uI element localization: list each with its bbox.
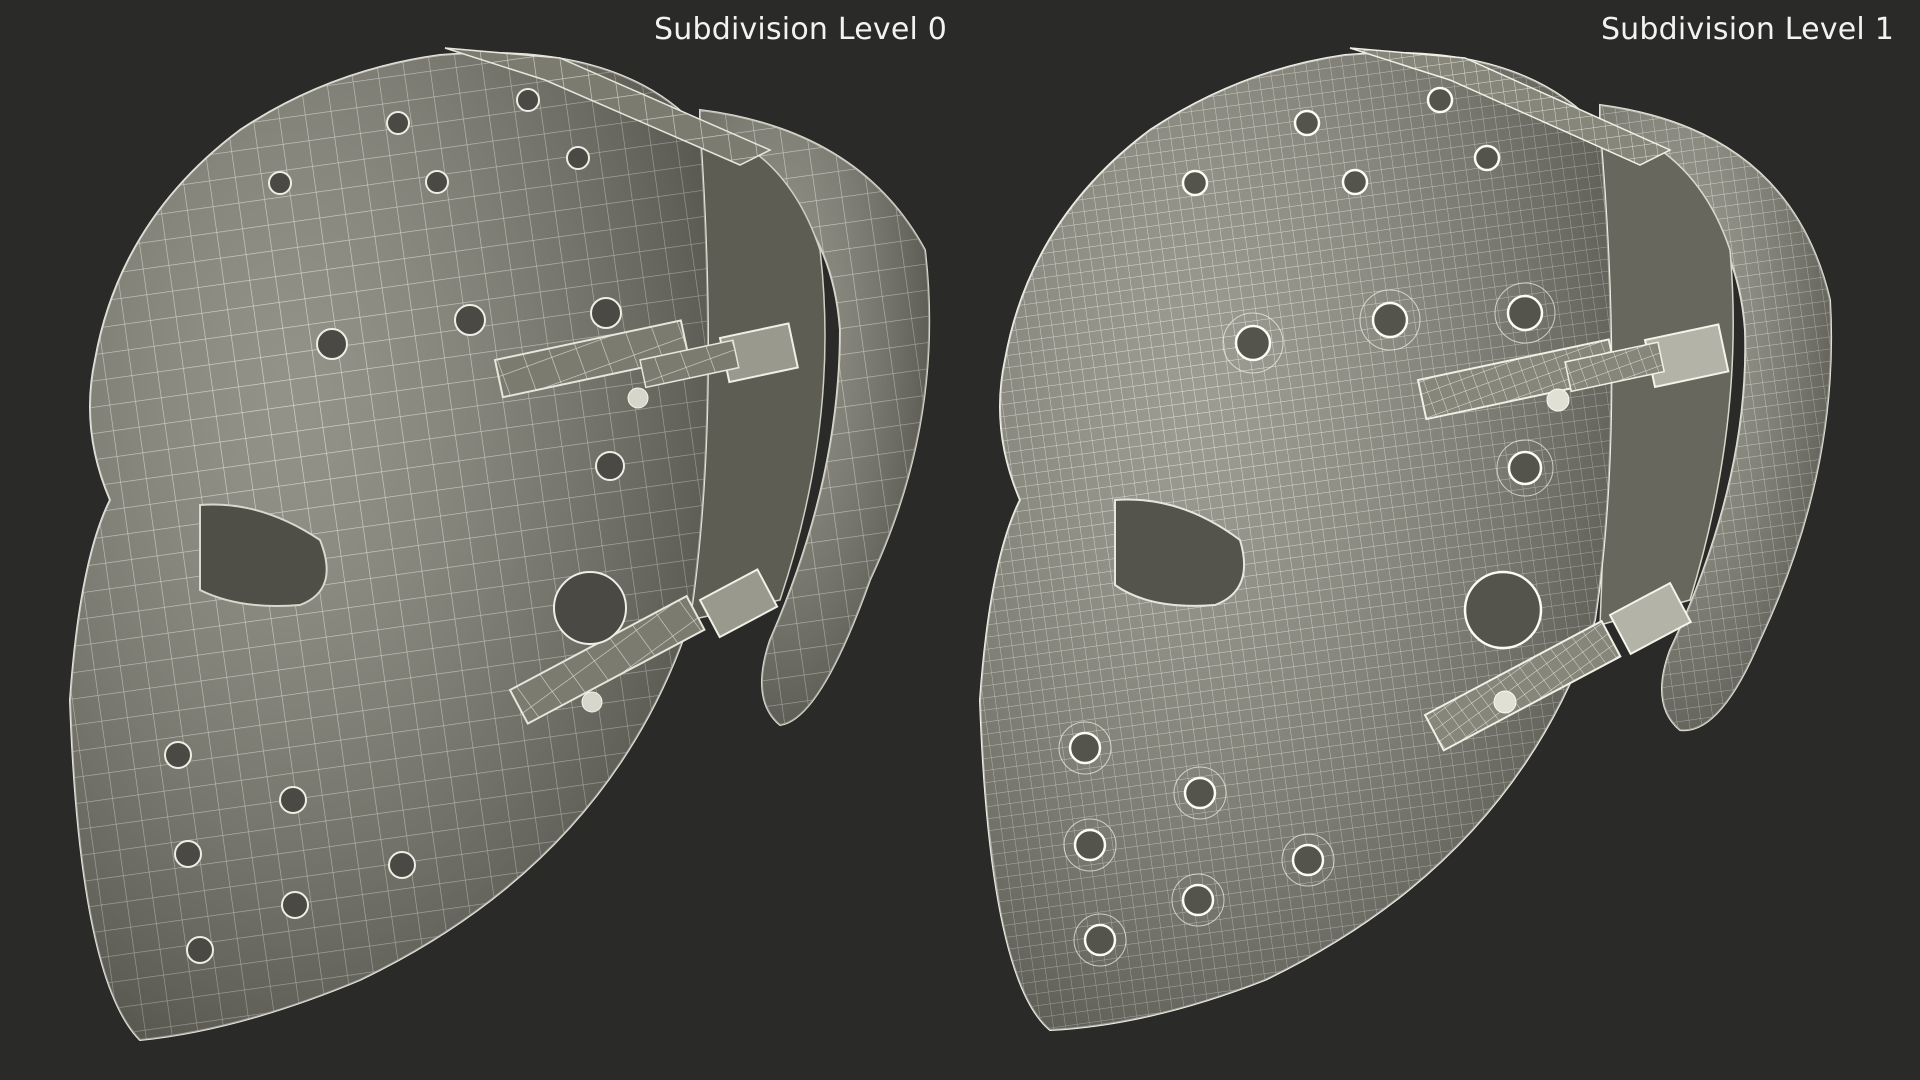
rivet-upper-left — [627, 387, 649, 409]
mask-model-level-1 — [978, 47, 1833, 1032]
rivet-lower-left — [581, 691, 603, 713]
render-viewport: Subdivision Level 0 Subdivision Level 1 — [0, 0, 1920, 1080]
subdivision-level-0-label: Subdivision Level 0 — [654, 12, 948, 47]
subdivision-level-1-label: Subdivision Level 1 — [1600, 12, 1894, 47]
wireframe-render — [68, 47, 1833, 1042]
rivet-upper-right — [1546, 388, 1570, 412]
rivet-lower-right — [1493, 690, 1517, 714]
mask-model-level-0 — [68, 47, 931, 1042]
